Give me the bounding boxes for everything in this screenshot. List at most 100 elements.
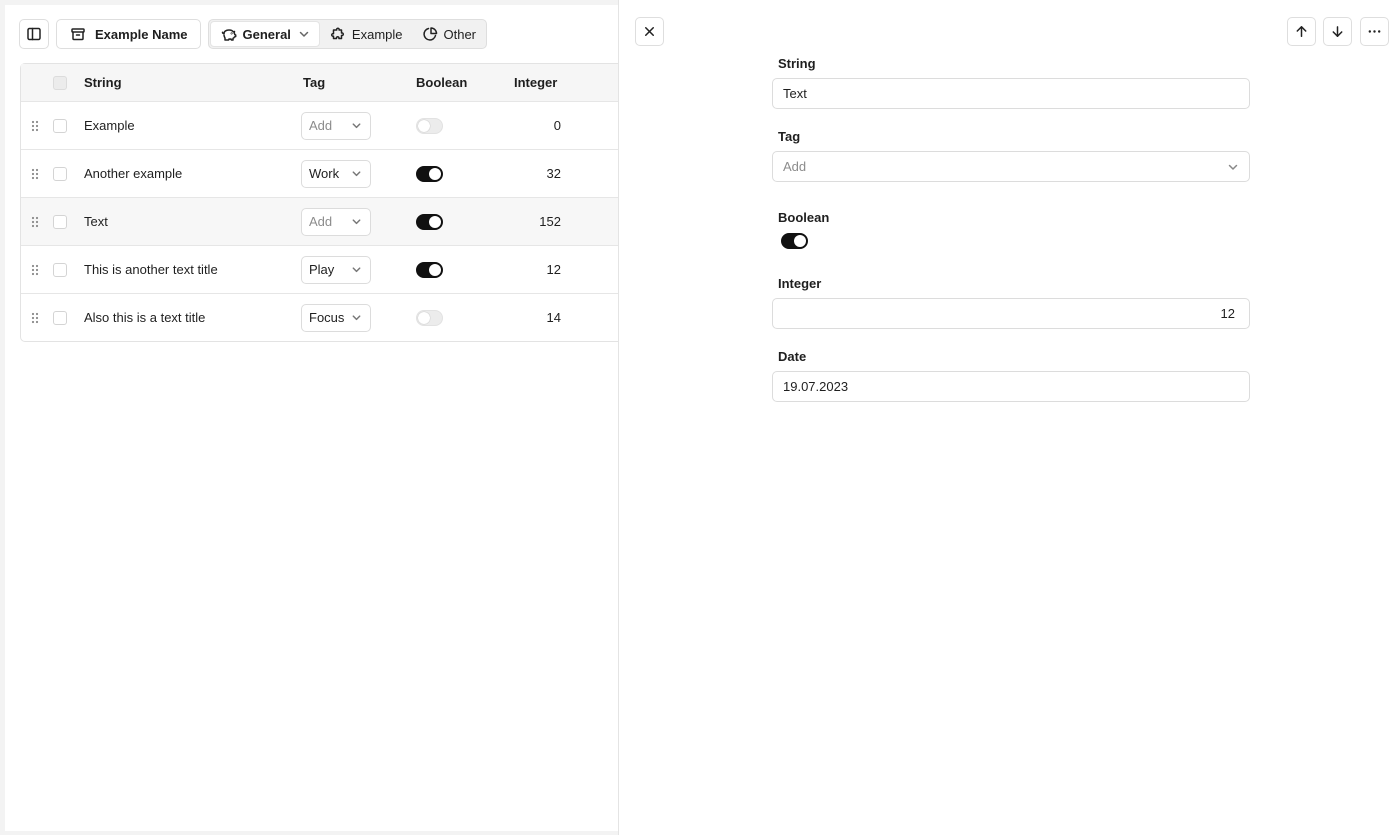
chevron-down-icon [352,267,361,273]
view-tab-example-label: Example [351,26,403,42]
string-field[interactable]: Text [772,78,1250,109]
select-all-cell [53,64,67,101]
toggle-sidebar-button[interactable] [19,19,49,49]
more-options-button[interactable] [1360,17,1389,46]
toolbar: Example Name General Example Other [19,19,488,49]
database-name-label: Example Name [95,26,188,42]
row-checkbox[interactable] [53,118,67,133]
chevron-down-icon [299,31,309,37]
chevron-down-icon [352,315,361,321]
drag-handle-icon[interactable] [30,294,40,341]
pie-chart-icon [422,27,437,41]
row-boolean-toggle[interactable] [416,117,443,134]
table-row[interactable]: Another example Work 32 [21,149,618,197]
view-tab-example[interactable]: Example [320,21,412,47]
drag-handle-icon[interactable] [30,246,40,293]
row-checkbox-cell [53,198,67,245]
puzzle-icon [330,27,344,40]
row-boolean-toggle[interactable] [416,213,443,230]
row-tag-value: Play [309,262,335,277]
table-row-selected[interactable]: Text Add 152 [21,197,618,245]
chevron-down-icon [352,219,361,225]
sidebar-icon [27,27,41,41]
column-header-integer[interactable]: Integer [514,64,574,101]
data-table: String Tag Boolean Integer Example Add 0… [20,63,618,342]
integer-field-label: Integer [778,276,822,291]
view-tab-other-label: Other [443,26,477,42]
tag-select-field[interactable]: Add [772,151,1250,182]
select-all-checkbox[interactable] [53,75,67,90]
archive-icon [71,28,85,41]
chevron-down-icon [352,123,361,129]
record-detail-panel: String Text Tag Add Boolean Integer 12 D… [618,0,1400,835]
integer-field[interactable]: 12 [772,298,1250,329]
close-icon [645,27,654,36]
row-string-value[interactable]: Text [84,214,108,229]
table-row[interactable]: Also this is a text title Focus 14 [21,293,618,341]
view-tab-general-label: General [242,26,291,42]
chevron-down-icon [352,171,361,177]
row-integer-value[interactable]: 152 [539,214,561,229]
row-integer-value[interactable]: 32 [547,166,561,181]
row-tag-value: Add [309,118,333,133]
chevron-down-icon [1228,164,1238,170]
row-integer-value[interactable]: 0 [554,118,561,133]
row-tag-select[interactable]: Work [301,159,371,188]
row-checkbox-cell [53,150,67,197]
close-panel-button[interactable] [635,17,664,46]
row-string-value[interactable]: Example [84,118,135,133]
row-checkbox[interactable] [53,166,67,181]
previous-record-button[interactable] [1287,17,1316,46]
boolean-field-label: Boolean [778,210,830,225]
column-header-string[interactable]: String [84,64,284,101]
row-tag-select[interactable]: Add [301,207,371,236]
tag-field-label: Tag [778,129,801,144]
row-checkbox[interactable] [53,310,67,325]
row-checkbox-cell [53,102,67,149]
view-tab-other[interactable]: Other [412,21,486,47]
row-boolean-toggle[interactable] [416,165,443,182]
boolean-field-toggle[interactable] [781,233,808,249]
row-boolean-toggle[interactable] [416,261,443,278]
row-integer-value[interactable]: 14 [547,310,561,325]
row-tag-value: Work [309,166,340,181]
date-field-label: Date [778,349,807,364]
row-string-value[interactable]: Also this is a text title [84,310,205,325]
row-tag-select[interactable]: Add [301,111,371,140]
drag-handle-icon[interactable] [30,102,40,149]
string-field-label: String [778,56,816,71]
row-tag-select[interactable]: Focus [301,303,371,332]
arrow-down-icon [1332,26,1343,37]
piggy-bank-icon [221,29,236,41]
column-header-boolean[interactable]: Boolean [416,64,467,101]
database-name-button[interactable]: Example Name [56,19,201,49]
row-tag-value: Focus [309,310,345,325]
arrow-up-icon [1296,26,1307,37]
row-checkbox[interactable] [53,262,67,277]
more-horizontal-icon [1368,30,1381,33]
main-panel: Example Name General Example Other Strin… [5,5,618,831]
drag-handle-icon[interactable] [30,198,40,245]
row-integer-value[interactable]: 12 [547,262,561,277]
row-checkbox-cell [53,246,67,293]
row-boolean-toggle[interactable] [416,309,443,326]
tag-field-placeholder: Add [783,159,807,174]
table-header-row: String Tag Boolean Integer [21,64,618,101]
row-tag-value: Add [309,214,333,229]
row-string-value[interactable]: This is another text title [84,262,218,277]
table-row[interactable]: This is another text title Play 12 [21,245,618,293]
next-record-button[interactable] [1323,17,1352,46]
column-header-tag[interactable]: Tag [303,64,373,101]
date-field[interactable]: 19.07.2023 [772,371,1250,402]
row-string-value[interactable]: Another example [84,166,182,181]
table-row[interactable]: Example Add 0 [21,101,618,149]
string-field-value: Text [783,86,807,101]
row-checkbox[interactable] [53,214,67,229]
date-field-value: 19.07.2023 [783,379,849,394]
view-tab-general[interactable]: General [209,21,320,47]
drag-handle-icon[interactable] [30,150,40,197]
integer-field-value: 12 [1220,306,1235,321]
row-checkbox-cell [53,294,67,341]
view-switcher: General Example Other [207,19,488,49]
row-tag-select[interactable]: Play [301,255,371,284]
